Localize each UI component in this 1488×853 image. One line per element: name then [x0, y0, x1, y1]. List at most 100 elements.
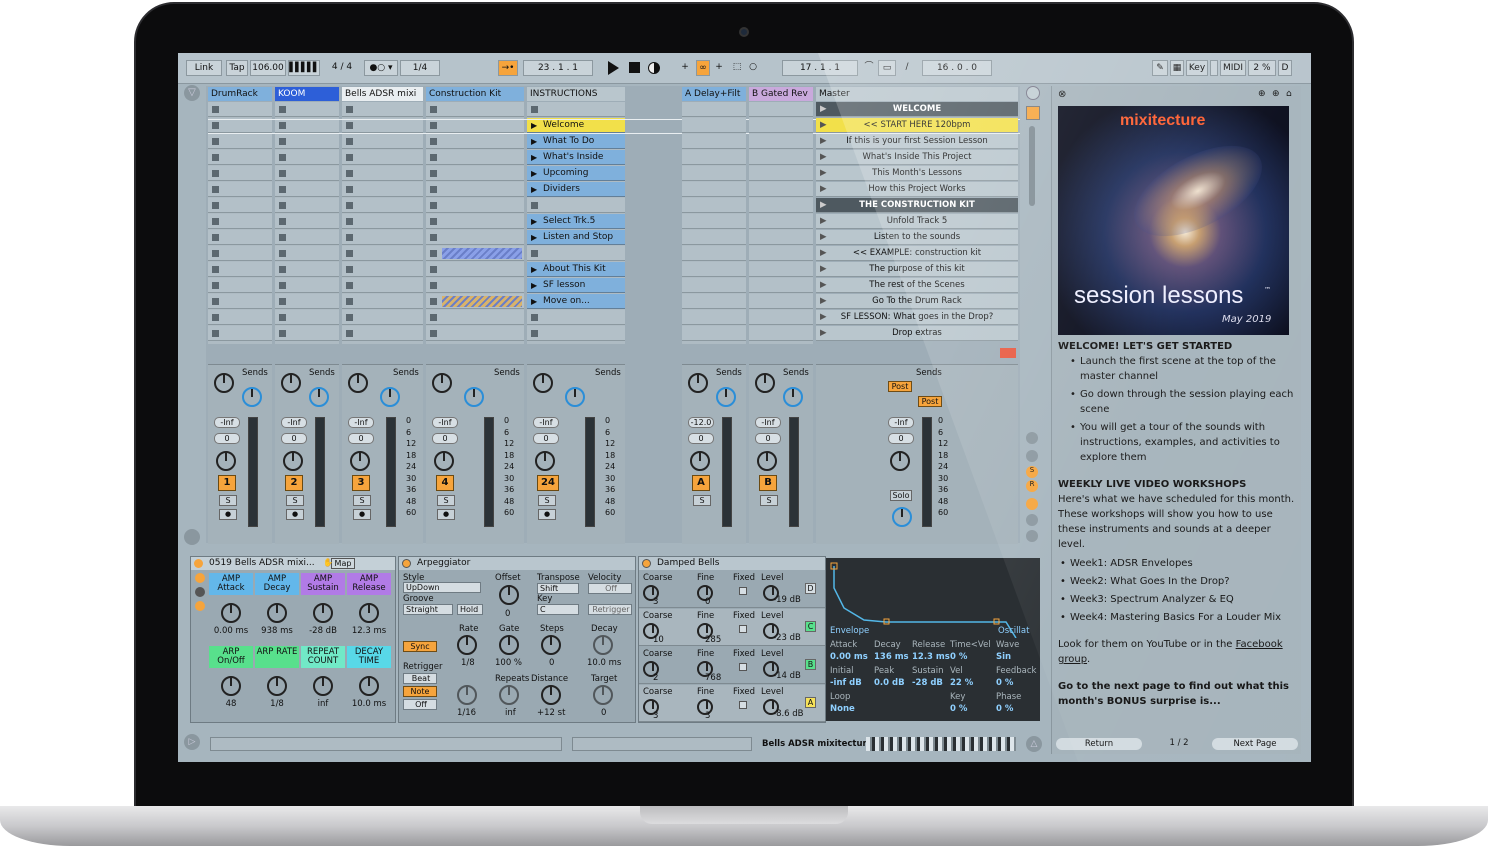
clip-slot[interactable] [208, 294, 272, 309]
arrangement-position[interactable]: 23 . 1 . 1 [523, 60, 593, 76]
stop-button-icon[interactable] [212, 170, 219, 177]
play-triangle-icon[interactable]: ▶ [531, 118, 537, 133]
clip-slot[interactable] [342, 246, 423, 261]
oscillator-tab[interactable]: Oscillat [998, 626, 1029, 636]
clip-slot[interactable] [208, 118, 272, 133]
vertical-scrollbar[interactable] [1029, 126, 1035, 206]
stop-all-clips-icon[interactable] [1000, 348, 1016, 358]
stop-button-icon[interactable] [212, 138, 219, 145]
clip-slot[interactable] [682, 214, 746, 229]
env-param-value[interactable]: Sin [996, 652, 1011, 662]
stop-button-icon[interactable] [212, 106, 219, 113]
home-icon[interactable]: ⌂ [1286, 89, 1292, 99]
post-toggle[interactable]: Post [888, 381, 912, 392]
pan-field[interactable]: 0 [432, 433, 458, 444]
loop-icon[interactable]: ○ [746, 60, 760, 76]
scene-launch[interactable]: ▶ Unfold Track 5 [816, 214, 1018, 229]
pan-knob[interactable] [890, 451, 910, 471]
clip-slot[interactable] [208, 262, 272, 277]
clip-slot[interactable] [749, 262, 813, 277]
clip-slot[interactable] [682, 294, 746, 309]
play-triangle-icon[interactable]: ▶ [531, 150, 537, 165]
clip-slot[interactable] [682, 230, 746, 245]
macro-knob[interactable] [221, 676, 241, 696]
stop-button-icon[interactable] [212, 314, 219, 321]
stop-icon[interactable] [629, 62, 640, 73]
stop-button-icon[interactable] [346, 282, 353, 289]
volume-field[interactable]: -Inf [533, 417, 559, 428]
key-select[interactable]: C [537, 604, 579, 615]
send-a-knob[interactable] [688, 373, 708, 393]
pan-knob[interactable] [216, 451, 236, 471]
scene-launch[interactable]: ▶ << EXAMPLE: construction kit [816, 246, 1018, 261]
env-param-value[interactable]: -28 dB [912, 678, 943, 688]
stop-button-icon[interactable] [212, 266, 219, 273]
follow-icon[interactable]: →• [498, 60, 518, 76]
pan-field[interactable]: 0 [755, 433, 781, 444]
clip-slot[interactable] [275, 310, 339, 325]
gate-knob[interactable] [499, 635, 519, 655]
solo-button[interactable]: S [437, 495, 455, 506]
stop-button-icon[interactable] [346, 218, 353, 225]
macro-knob[interactable] [359, 603, 379, 623]
clip-slot[interactable] [749, 310, 813, 325]
clip-slot[interactable] [275, 182, 339, 197]
clip-slot[interactable] [208, 198, 272, 213]
send-b-knob[interactable] [783, 387, 803, 407]
clip-slot[interactable] [342, 214, 423, 229]
scene-launch[interactable]: ▶ The purpose of this kit [816, 262, 1018, 277]
fixed-checkbox[interactable] [739, 587, 747, 595]
fixed-checkbox[interactable] [739, 625, 747, 633]
stop-button-icon[interactable] [212, 234, 219, 241]
record-icon[interactable] [648, 62, 660, 74]
operator-toggle[interactable]: A [805, 697, 816, 708]
clip[interactable] [442, 296, 522, 307]
clip-slot[interactable] [682, 246, 746, 261]
scene-launch[interactable]: ▶ << START HERE 120bpm [816, 118, 1018, 133]
arm-button[interactable]: ● [538, 509, 556, 520]
scene-play-icon[interactable]: ▶ [820, 326, 827, 341]
mixer-view-icon[interactable] [1026, 530, 1038, 542]
clip-slot[interactable] [749, 182, 813, 197]
scene-play-icon[interactable]: ▶ [820, 278, 827, 293]
retrigger-off-button[interactable]: Off [403, 699, 437, 710]
style-select[interactable]: UpDown [403, 582, 481, 593]
play-triangle-icon[interactable]: ▶ [531, 262, 537, 277]
clip-slot[interactable] [208, 214, 272, 229]
clip-slot[interactable] [426, 134, 524, 149]
instruction-clip[interactable]: ▶ SF lesson [527, 278, 625, 293]
stop-button-icon[interactable] [430, 266, 437, 273]
clip-slot[interactable] [275, 262, 339, 277]
stop-button-icon[interactable] [531, 330, 538, 337]
clip-slot[interactable] [342, 326, 423, 341]
stop-button-icon[interactable] [430, 218, 437, 225]
retrigger-rate-knob[interactable] [457, 685, 477, 705]
clip-slot[interactable] [426, 150, 524, 165]
scene-launch[interactable]: ▶ Drop extras [816, 326, 1018, 341]
stop-button-icon[interactable] [346, 170, 353, 177]
fixed-checkbox[interactable] [739, 663, 747, 671]
scene-launch[interactable]: ▶ WELCOME [816, 102, 1018, 117]
tap-button[interactable]: Tap [226, 60, 248, 76]
returns-toggle-icon[interactable]: R [1026, 480, 1038, 492]
arm-button[interactable]: ● [219, 509, 237, 520]
scene-play-icon[interactable]: ▶ [820, 294, 827, 309]
clip-slot[interactable] [342, 134, 423, 149]
scene-launch[interactable]: ▶ How this Project Works [816, 182, 1018, 197]
loop-switch-icon[interactable]: ▭ [878, 60, 896, 76]
rack-show-macros-icon[interactable] [195, 573, 205, 583]
clip-slot[interactable] [208, 166, 272, 181]
next-page-button[interactable]: Next Page [1212, 738, 1298, 750]
volume-field[interactable]: -Inf [281, 417, 307, 428]
scene-play-icon[interactable]: ▶ [820, 262, 827, 277]
clip-slot[interactable] [426, 310, 524, 325]
clip-slot[interactable] [426, 262, 524, 277]
clip-slot[interactable] [426, 102, 524, 117]
pan-knob[interactable] [434, 451, 454, 471]
volume-field[interactable]: -Inf [755, 417, 781, 428]
clip-slot[interactable] [342, 118, 423, 133]
repeats-knob[interactable] [499, 685, 519, 705]
env-param-value[interactable]: 12.3 ms [912, 652, 950, 662]
clip-slot[interactable] [342, 278, 423, 293]
track-activator[interactable]: B [759, 475, 777, 491]
